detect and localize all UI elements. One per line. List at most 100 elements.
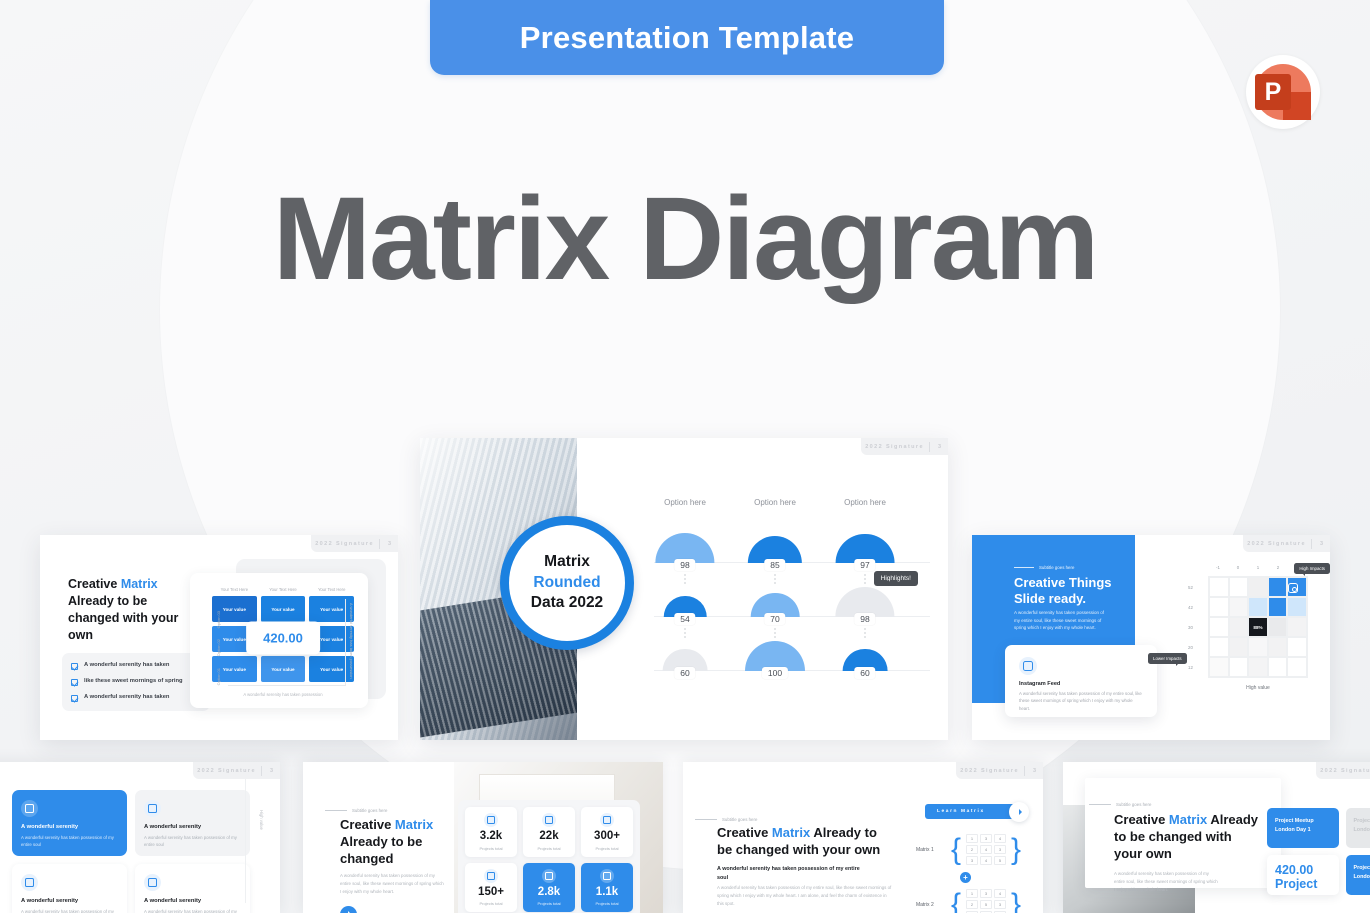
bottom-slide-4-subtitle: Subtitle goes here <box>1116 802 1152 807</box>
heatmap-cell[interactable] <box>1209 577 1229 597</box>
heatmap-cell[interactable] <box>1267 577 1288 597</box>
checklist-item[interactable]: A wonderful serenity has taken <box>71 694 201 702</box>
instagram-feed-card[interactable]: Instagram Feed A wonderful serenity has … <box>1005 645 1157 717</box>
bottom-slide-3-subtitle: Subtitle goes here <box>722 817 758 822</box>
slide-bottom-feature-cards[interactable]: 2022 Signature 3 Matrix Slide A wonderfu… <box>0 762 280 913</box>
gauge-item[interactable]: 60 <box>654 629 716 683</box>
gauge-item[interactable]: 54 <box>654 575 716 639</box>
project-tile[interactable]: 420.00 Project <box>1267 855 1339 895</box>
matrix-col-2: Your Text Here <box>269 587 297 592</box>
feature-card[interactable]: A wonderful serenity A wonderful serenity… <box>12 864 127 913</box>
heatmap-cell[interactable]: 88% <box>1248 617 1268 637</box>
heatmap-cell[interactable] <box>1248 657 1268 677</box>
heatmap-cell[interactable] <box>1228 637 1249 657</box>
slide-tab-separator <box>260 765 262 776</box>
matrix-row-1: Matrix 1 { 134243345 } <box>916 834 1021 865</box>
heatmap-cell[interactable] <box>1248 597 1268 617</box>
heatmap-cell[interactable] <box>1248 637 1268 657</box>
heatmap-cell[interactable] <box>1287 597 1307 617</box>
stat-card[interactable]: 22k Projects total <box>523 807 575 857</box>
gauge-item[interactable]: 98 <box>654 521 716 585</box>
project-tile[interactable]: Project Meetup London Day 2 <box>1345 808 1370 848</box>
play-button[interactable] <box>340 906 357 913</box>
matrix-x-axis <box>228 685 346 686</box>
instagram-card-text: A wonderful serenity has taken possessio… <box>1019 691 1142 711</box>
plus-button[interactable]: + <box>960 872 971 883</box>
project-tile[interactable]: Project Meetup London Day 1 <box>1267 808 1339 848</box>
heatmap-cell[interactable] <box>1209 597 1229 617</box>
slide-bottom-stats[interactable]: Subtitle goes here Creative Matrix Alrea… <box>303 762 663 913</box>
heading-pre: Creative <box>68 577 121 591</box>
gauge-item[interactable]: 100 <box>744 629 806 683</box>
heatmap-cell[interactable] <box>1228 597 1249 617</box>
feature-card[interactable]: A wonderful serenity A wonderful serenity… <box>135 790 250 856</box>
heatmap-cell[interactable] <box>1267 597 1288 617</box>
matrix-cell[interactable]: Your value <box>260 596 306 622</box>
heatmap-cell[interactable] <box>1267 617 1288 637</box>
subtitle-rule <box>1089 804 1111 805</box>
heatmap-cell[interactable] <box>1248 577 1268 597</box>
heatmap-cell[interactable] <box>1267 657 1288 677</box>
heatmap-cell[interactable] <box>1228 617 1249 637</box>
checkbox-icon <box>71 679 78 686</box>
right-slide-subtitle: Subtitle goes here <box>1039 565 1075 570</box>
checklist-item[interactable]: like these sweet mornings of spring <box>71 678 201 686</box>
mini-matrix-cell: 5 <box>993 856 1006 865</box>
stat-card[interactable]: 1.1k Projects total <box>581 862 633 912</box>
stat-label: Projects total <box>595 901 619 906</box>
feature-card[interactable]: A wonderful serenity A wonderful serenity… <box>135 864 250 913</box>
heatmap-cell[interactable] <box>1287 637 1307 657</box>
stat-card[interactable]: 3.2k Projects total <box>465 807 517 857</box>
heatmap-cell[interactable] <box>1287 617 1307 637</box>
slide-left-creative-matrix[interactable]: 2022 Signature 3 Creative Matrix Already… <box>40 535 398 740</box>
heading-line-2: Slide ready. <box>1014 591 1087 607</box>
stat-card[interactable]: 2.8k Projects total <box>523 862 575 912</box>
heatmap-cell[interactable] <box>1287 577 1307 597</box>
stat-card[interactable]: 300+ Projects total <box>581 807 633 857</box>
stat-value: 3.2k <box>479 830 503 842</box>
heading-rest: Already to be changed with your own <box>68 594 179 643</box>
slide-tab-number: 3 <box>1032 767 1036 774</box>
heatmap-tooltip-high: High Impacts <box>1294 563 1330 576</box>
project-tile[interactable]: Project Meetup London Day 3 <box>1345 855 1370 895</box>
gauge-item[interactable]: 97 <box>834 521 896 585</box>
checklist-item[interactable]: A wonderful serenity has taken <box>71 662 201 670</box>
feature-card-text: A wonderful serenity has taken possessio… <box>21 909 114 913</box>
slide-tab-label: 2022 Signature <box>865 443 924 450</box>
heatmap-y-tick: 20 <box>1188 644 1193 650</box>
heatmap-cell[interactable] <box>1228 657 1249 677</box>
slide-tab: 2022 Signature 3 <box>861 438 948 455</box>
gauge-item[interactable]: 70 <box>744 575 806 639</box>
slide-bottom-learn-matrix[interactable]: 2022 Signature 3 Subtitle goes here Crea… <box>683 762 1043 913</box>
gauge-item[interactable]: 98 Highlights! <box>834 571 918 639</box>
heatmap-cell[interactable] <box>1267 637 1288 657</box>
stat-card[interactable]: 150+ Projects total <box>465 862 517 912</box>
mini-matrix-cell: 1 <box>965 889 978 898</box>
feature-card[interactable]: A wonderful serenity A wonderful serenity… <box>12 790 127 856</box>
heatmap-x-tick: -1 <box>1216 565 1220 570</box>
heatmap-cell[interactable] <box>1287 657 1307 677</box>
stat-icon <box>542 868 556 883</box>
heatmap-cell[interactable] <box>1209 637 1229 657</box>
heatmap-cell[interactable] <box>1228 577 1249 597</box>
gauge-item[interactable]: 85 <box>744 521 806 585</box>
matrix-cell[interactable]: Your value <box>309 596 354 622</box>
learn-matrix-button[interactable]: Learn Matrix <box>925 801 1029 822</box>
gauge-item[interactable]: 60 <box>834 629 896 683</box>
slide-center-rounded-data[interactable]: 2022 Signature 3 Matrix Rounded Data 202… <box>420 438 948 740</box>
learn-matrix-label: Learn Matrix <box>937 809 985 814</box>
instagram-icon <box>1019 657 1037 675</box>
matrix-cell[interactable]: Your value <box>309 656 354 682</box>
slide-tab-separator <box>378 538 380 549</box>
slide-bottom-project-tiles[interactable]: 2022 Signature 3 Subtitle goes here Crea… <box>1063 762 1370 913</box>
heatmap-cell[interactable] <box>1209 617 1229 637</box>
slide-right-creative-things[interactable]: 2022 Signature 3 Subtitle goes here Crea… <box>972 535 1330 740</box>
bottom-slide-4-subtitle-row: Subtitle goes here <box>1089 802 1151 807</box>
heatmap-cell[interactable] <box>1209 657 1229 677</box>
mini-matrix-cell: 5 <box>979 900 992 909</box>
mini-matrix-cell: 4 <box>993 834 1006 843</box>
matrix-cell[interactable]: Your value <box>260 656 306 682</box>
vertical-divider <box>245 776 246 903</box>
project-tile-label: Project Meetup London Day 2 <box>1353 818 1370 833</box>
gauge-header-3: Option here <box>844 498 886 507</box>
